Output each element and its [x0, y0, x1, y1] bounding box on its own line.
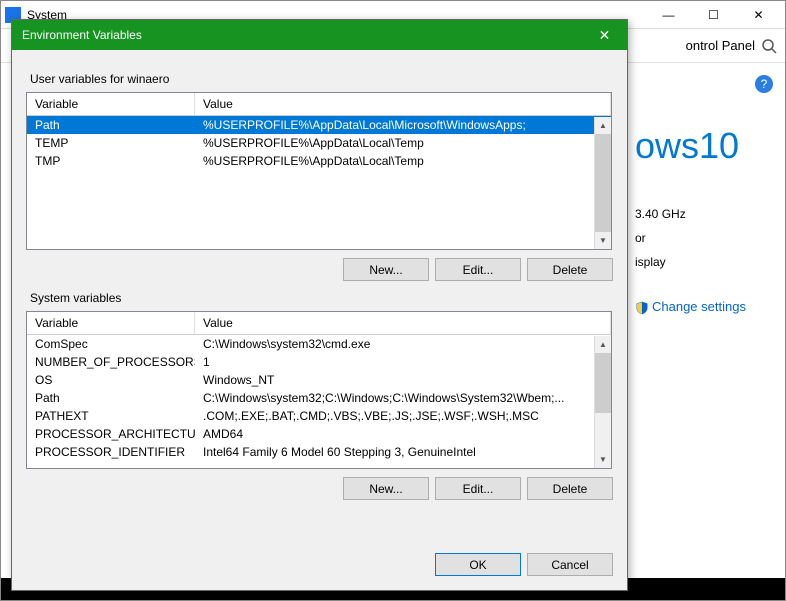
scroll-up-icon[interactable]: ▲ — [595, 336, 611, 353]
sys-edit-button[interactable]: Edit... — [435, 477, 521, 500]
window-controls: — ☐ ✕ — [646, 1, 781, 29]
maximize-button[interactable]: ☐ — [691, 1, 736, 29]
cell-variable: PROCESSOR_IDENTIFIER — [27, 443, 195, 461]
cell-value: AMD64 — [195, 425, 611, 443]
user-scrollbar[interactable]: ▲ ▼ — [594, 117, 611, 249]
sys-buttons: New... Edit... Delete — [26, 477, 613, 500]
user-vars-label: User variables for winaero — [30, 72, 613, 86]
cell-variable: OS — [27, 371, 195, 389]
user-list-body: Path%USERPROFILE%\AppData\Local\Microsof… — [27, 116, 611, 170]
header-value[interactable]: Value — [195, 93, 611, 115]
cell-value: Intel64 Family 6 Model 60 Stepping 3, Ge… — [195, 443, 611, 461]
dialog-title: Environment Variables — [22, 28, 582, 42]
windows-10-logo-text: ows10 — [635, 125, 775, 167]
table-row[interactable]: PathC:\Windows\system32;C:\Windows;C:\Wi… — [27, 389, 611, 407]
cell-variable: TMP — [27, 152, 195, 170]
cell-value: .COM;.EXE;.BAT;.CMD;.VBS;.VBE;.JS;.JSE;.… — [195, 407, 611, 425]
cell-value: Windows_NT — [195, 371, 611, 389]
dialog-titlebar: Environment Variables ✕ — [12, 20, 627, 50]
user-vars-list[interactable]: Variable Value Path%USERPROFILE%\AppData… — [26, 92, 612, 250]
table-row[interactable]: NUMBER_OF_PROCESSORS1 — [27, 353, 611, 371]
user-list-header: Variable Value — [27, 93, 611, 116]
table-row[interactable]: PROCESSOR_IDENTIFIERIntel64 Family 6 Mod… — [27, 443, 611, 461]
table-row[interactable]: PATHEXT.COM;.EXE;.BAT;.CMD;.VBS;.VBE;.JS… — [27, 407, 611, 425]
table-row[interactable]: TMP%USERPROFILE%\AppData\Local\Temp — [27, 152, 611, 170]
cell-value: %USERPROFILE%\AppData\Local\Temp — [195, 152, 611, 170]
scroll-thumb[interactable] — [595, 134, 611, 234]
header-variable[interactable]: Variable — [27, 93, 195, 115]
cell-variable: PATHEXT — [27, 407, 195, 425]
cell-variable: PROCESSOR_ARCHITECTURE — [27, 425, 195, 443]
change-settings-link[interactable]: Change settings — [635, 299, 775, 315]
minimize-button[interactable]: — — [646, 1, 691, 29]
dialog-body: User variables for winaero Variable Valu… — [12, 50, 627, 512]
sys-scrollbar[interactable]: ▲ ▼ — [594, 336, 611, 468]
spec-display: isplay — [635, 255, 775, 269]
system-specs: 3.40 GHz or isplay — [635, 207, 775, 269]
dialog-close-button[interactable]: ✕ — [582, 20, 627, 50]
header-variable[interactable]: Variable — [27, 312, 195, 334]
header-value[interactable]: Value — [195, 312, 611, 334]
table-row[interactable]: PROCESSOR_ARCHITECTUREAMD64 — [27, 425, 611, 443]
spec-processor: or — [635, 231, 775, 245]
sys-new-button[interactable]: New... — [343, 477, 429, 500]
ok-button[interactable]: OK — [435, 553, 521, 576]
sys-vars-label: System variables — [30, 291, 613, 305]
sys-list-body: ComSpecC:\Windows\system32\cmd.exeNUMBER… — [27, 335, 611, 461]
cancel-button[interactable]: Cancel — [527, 553, 613, 576]
user-delete-button[interactable]: Delete — [527, 258, 613, 281]
cell-value: %USERPROFILE%\AppData\Local\Temp — [195, 134, 611, 152]
dialog-footer: OK Cancel — [435, 553, 613, 576]
scroll-down-icon[interactable]: ▼ — [595, 232, 611, 249]
close-button[interactable]: ✕ — [736, 1, 781, 29]
cell-variable: Path — [27, 389, 195, 407]
table-row[interactable]: OSWindows_NT — [27, 371, 611, 389]
cell-variable: ComSpec — [27, 335, 195, 353]
shield-icon — [635, 301, 649, 315]
table-row[interactable]: ComSpecC:\Windows\system32\cmd.exe — [27, 335, 611, 353]
scroll-down-icon[interactable]: ▼ — [595, 451, 611, 468]
sys-vars-list[interactable]: Variable Value ComSpecC:\Windows\system3… — [26, 311, 612, 469]
table-row[interactable]: Path%USERPROFILE%\AppData\Local\Microsof… — [27, 116, 611, 134]
scroll-up-icon[interactable]: ▲ — [595, 117, 611, 134]
user-edit-button[interactable]: Edit... — [435, 258, 521, 281]
cell-variable: TEMP — [27, 134, 195, 152]
cell-variable: NUMBER_OF_PROCESSORS — [27, 353, 195, 371]
cell-variable: Path — [27, 116, 195, 134]
cell-value: 1 — [195, 353, 611, 371]
table-row[interactable]: TEMP%USERPROFILE%\AppData\Local\Temp — [27, 134, 611, 152]
spec-ghz: 3.40 GHz — [635, 207, 775, 221]
cell-value: C:\Windows\system32;C:\Windows;C:\Window… — [195, 389, 611, 407]
system-content: ows10 3.40 GHz or isplay Change settings — [635, 65, 775, 315]
search-icon[interactable] — [761, 38, 777, 54]
breadcrumb-text[interactable]: ontrol Panel — [686, 38, 755, 53]
scroll-thumb[interactable] — [595, 353, 611, 413]
cell-value: %USERPROFILE%\AppData\Local\Microsoft\Wi… — [195, 116, 611, 134]
sys-list-header: Variable Value — [27, 312, 611, 335]
user-new-button[interactable]: New... — [343, 258, 429, 281]
sys-delete-button[interactable]: Delete — [527, 477, 613, 500]
user-buttons: New... Edit... Delete — [26, 258, 613, 281]
env-vars-dialog: Environment Variables ✕ User variables f… — [11, 19, 628, 591]
cell-value: C:\Windows\system32\cmd.exe — [195, 335, 611, 353]
